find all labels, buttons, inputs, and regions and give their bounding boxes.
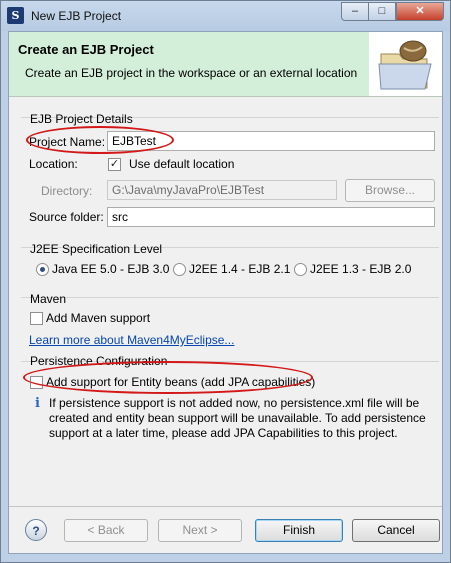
project-name-input[interactable]: EJBTest (107, 131, 435, 151)
info-icon: i (35, 396, 40, 411)
radio-javaee5[interactable] (36, 263, 49, 276)
finish-button[interactable]: Finish (255, 519, 343, 542)
help-icon[interactable]: ? (25, 519, 47, 541)
group-divider-maven (21, 297, 439, 299)
add-entity-beans-label: Add support for Entity beans (add JPA ca… (46, 375, 316, 389)
wizard-banner: Create an EJB Project Create an EJB proj… (9, 32, 442, 97)
banner-title: Create an EJB Project (18, 42, 154, 57)
cancel-button[interactable]: Cancel (352, 519, 440, 542)
window-title: New EJB Project (31, 9, 122, 23)
radio-j2ee14-label: J2EE 1.4 - EJB 2.1 (189, 262, 291, 276)
add-maven-support-label: Add Maven support (46, 311, 151, 325)
add-entity-beans-checkbox[interactable] (30, 376, 43, 389)
directory-label: Directory: (41, 184, 93, 198)
group-label-j2ee: J2EE Specification Level (30, 242, 163, 256)
radio-j2ee13-label: J2EE 1.3 - EJB 2.0 (310, 262, 412, 276)
group-label-persistence: Persistence Configuration (30, 354, 168, 368)
minimize-button[interactable]: – (341, 2, 369, 21)
maximize-button[interactable]: □ (368, 2, 396, 21)
myeclipse-app-icon: S (7, 7, 24, 24)
info-line-1: If persistence support is not added now,… (49, 396, 420, 410)
use-default-location-label: Use default location (129, 157, 235, 171)
radio-javaee5-label: Java EE 5.0 - EJB 3.0 (52, 262, 170, 276)
footer-separator (9, 506, 442, 507)
back-button[interactable]: < Back (64, 519, 148, 542)
learn-more-maven-link[interactable]: Learn more about Maven4MyEclipse... (29, 333, 234, 347)
radio-j2ee14[interactable] (173, 263, 186, 276)
folder-with-bean-icon (369, 32, 442, 96)
group-label-details: EJB Project Details (30, 112, 133, 126)
source-folder-label: Source folder: (29, 210, 104, 224)
banner-description: Create an EJB project in the workspace o… (25, 66, 358, 80)
info-line-3: support at a later time, please add JPA … (49, 426, 398, 440)
use-default-location-checkbox[interactable]: ✓ (108, 158, 121, 171)
source-folder-input[interactable]: src (107, 207, 435, 227)
next-button[interactable]: Next > (158, 519, 242, 542)
add-maven-support-checkbox[interactable] (30, 312, 43, 325)
info-line-2: created and entity bean support will be … (49, 411, 426, 425)
location-label: Location: (29, 157, 78, 171)
directory-input[interactable]: G:\Java\myJavaPro\EJBTest (107, 180, 337, 200)
browse-button[interactable]: Browse... (345, 179, 435, 202)
group-label-maven: Maven (30, 292, 67, 306)
title-bar[interactable]: S New EJB Project – □ ✕ (1, 1, 450, 31)
dialog-window: S New EJB Project – □ ✕ Create an EJB Pr… (0, 0, 451, 563)
project-name-label: Project Name: (29, 135, 106, 149)
close-button[interactable]: ✕ (396, 2, 444, 21)
dialog-client-area: Create an EJB Project Create an EJB proj… (8, 31, 443, 554)
persistence-info-text: If persistence support is not added now,… (49, 396, 426, 441)
radio-j2ee13[interactable] (294, 263, 307, 276)
